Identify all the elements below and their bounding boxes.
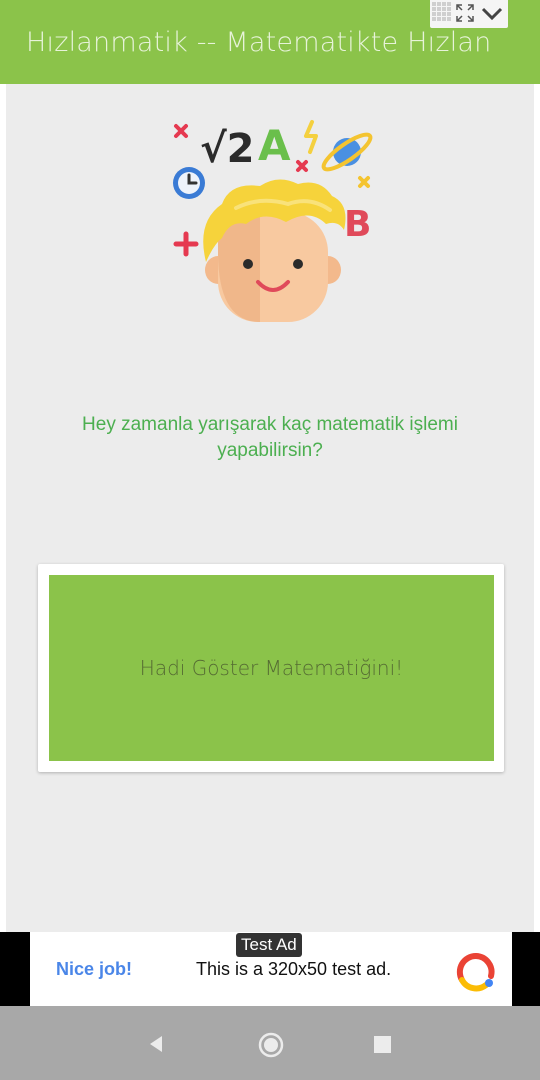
content-border-right	[534, 84, 540, 932]
letter-a: A	[258, 121, 291, 170]
home-icon[interactable]	[258, 1032, 284, 1058]
back-icon[interactable]	[146, 1034, 166, 1054]
start-card: Hadi Göster Matematiğini!	[38, 564, 504, 772]
root-symbol: √2	[200, 126, 255, 172]
challenge-question: Hey zamanla yarışarak kaç matematik işle…	[82, 414, 458, 461]
planet-icon	[321, 132, 373, 172]
grid-icon[interactable]	[432, 2, 452, 24]
expand-icon[interactable]	[456, 4, 474, 22]
system-navigation-bar	[0, 1006, 540, 1080]
thinking-kid-illustration: √2 A B	[173, 120, 373, 322]
recents-icon[interactable]	[374, 1036, 391, 1053]
ad-text: This is a 320x50 test ad.	[196, 959, 392, 979]
admob-logo-icon	[456, 952, 495, 992]
app-title: Hızlanmatik -- Matematikte Hızlan	[26, 27, 492, 58]
test-ad-tag: Test Ad	[236, 933, 302, 957]
ad-nice-job-label: Nice job!	[56, 959, 133, 979]
letter-b: B	[344, 204, 371, 245]
window-control-widget[interactable]	[430, 0, 508, 28]
content-border-left	[0, 84, 6, 932]
start-game-button[interactable]: Hadi Göster Matematiğini!	[49, 575, 494, 761]
chevron-down-icon[interactable]	[480, 4, 504, 22]
